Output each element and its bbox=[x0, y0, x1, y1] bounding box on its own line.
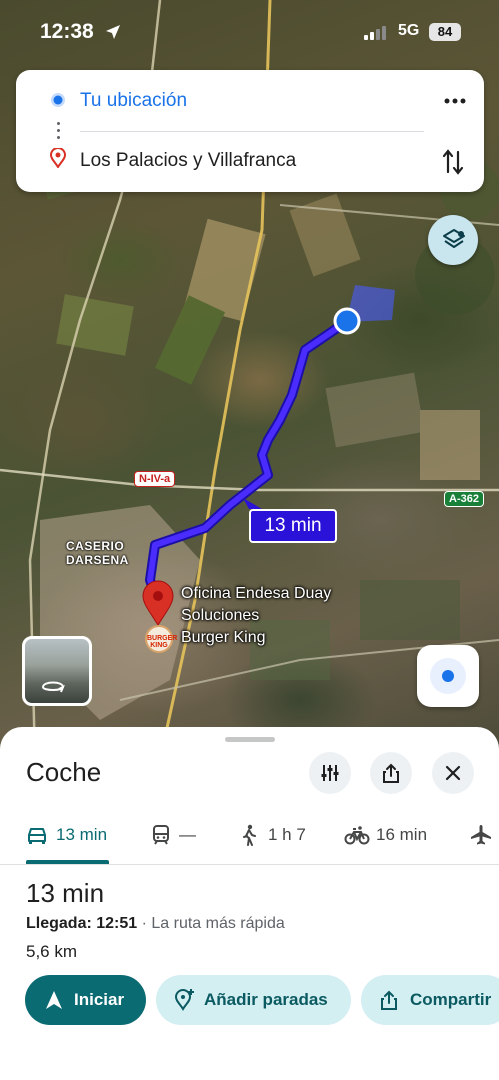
directions-sheet: Coche 13 min — 1 h 7 16 min 13 min Llega… bbox=[0, 727, 499, 1080]
start-navigation-button[interactable]: Iniciar bbox=[25, 975, 146, 1025]
share-label: Compartir bbox=[410, 990, 492, 1009]
close-button[interactable] bbox=[432, 752, 474, 794]
layers-icon bbox=[443, 229, 465, 248]
add-stops-button[interactable]: Añadir paradas bbox=[156, 975, 351, 1025]
tab-transit[interactable]: — bbox=[151, 817, 201, 865]
poi-name-soluciones: Soluciones bbox=[181, 607, 260, 624]
close-icon bbox=[445, 765, 461, 781]
car-icon bbox=[28, 828, 46, 844]
route-duration: 13 min bbox=[26, 878, 105, 908]
fields-divider bbox=[80, 131, 424, 132]
place-label-caserio-darsena: CASERIO DARSENA bbox=[66, 539, 129, 567]
street-view-thumbnail[interactable] bbox=[22, 636, 92, 706]
transit-icon bbox=[153, 825, 169, 845]
sliders-icon bbox=[321, 765, 339, 781]
route-eta-bubble[interactable]: 13 min bbox=[249, 509, 337, 543]
status-bar: 12:38 5G 84 bbox=[0, 20, 499, 48]
transit-time: — bbox=[179, 825, 196, 844]
share-route-button[interactable] bbox=[370, 752, 412, 794]
location-services-icon bbox=[106, 25, 120, 39]
network-type: 5G bbox=[398, 22, 420, 39]
origin-dot-icon bbox=[51, 93, 65, 107]
signal-strength-icon bbox=[364, 26, 386, 40]
eta-pointer bbox=[243, 498, 262, 509]
bike-icon bbox=[344, 826, 370, 845]
swap-directions-icon[interactable] bbox=[442, 148, 464, 176]
destination-pin-small-icon bbox=[50, 148, 66, 168]
status-time: 12:38 bbox=[40, 20, 94, 43]
route-note: · La ruta más rápida bbox=[137, 915, 285, 932]
add-stop-icon bbox=[174, 989, 194, 1011]
battery-level: 84 bbox=[429, 23, 461, 41]
tab-walking[interactable]: 1 h 7 bbox=[240, 817, 310, 865]
tab-driving[interactable]: 13 min bbox=[26, 817, 116, 865]
map-view[interactable]: 12:38 5G 84 Tu ubicación Los Palacios y … bbox=[0, 0, 499, 760]
route-options-button[interactable] bbox=[309, 752, 351, 794]
sheet-drag-handle[interactable] bbox=[225, 737, 275, 742]
destination-poi-label[interactable]: Oficina Endesa Duay Soluciones Burger Ki… bbox=[181, 583, 331, 649]
arrival-info: Llegada: 12:51 · La ruta más rápida bbox=[26, 915, 285, 933]
add-stops-label: Añadir paradas bbox=[204, 990, 328, 1009]
share-button[interactable]: Compartir bbox=[361, 975, 499, 1025]
current-location-dot bbox=[333, 307, 361, 335]
poi-name-burger-king: Burger King bbox=[181, 629, 266, 646]
travel-mode-tabs: 13 min — 1 h 7 16 min bbox=[0, 817, 499, 865]
street-view-rotate-icon bbox=[42, 681, 65, 693]
flight-icon bbox=[471, 825, 491, 845]
share-icon bbox=[383, 763, 399, 783]
origin-field[interactable]: Tu ubicación bbox=[80, 90, 187, 112]
driving-time: 13 min bbox=[56, 825, 108, 844]
recenter-location-button[interactable] bbox=[417, 645, 479, 707]
start-navigation-label: Iniciar bbox=[74, 990, 125, 1009]
map-layers-button[interactable] bbox=[428, 215, 478, 265]
arrival-time: Llegada: 12:51 bbox=[26, 915, 138, 932]
origin-row[interactable]: Tu ubicación bbox=[16, 82, 484, 122]
walk-icon bbox=[243, 824, 256, 846]
sheet-title: Coche bbox=[26, 757, 102, 787]
destination-row[interactable]: Los Palacios y Villafranca bbox=[16, 142, 484, 182]
my-location-icon bbox=[430, 658, 466, 694]
share-pill-icon bbox=[381, 990, 397, 1010]
poi-name-endesa: Oficina Endesa Duay bbox=[181, 585, 332, 602]
directions-card: Tu ubicación Los Palacios y Villafranca bbox=[16, 70, 484, 192]
tab-cycling[interactable]: 16 min bbox=[344, 817, 434, 865]
road-badge-n-iv-a: N-IV-a bbox=[134, 471, 176, 487]
navigation-arrow-icon bbox=[46, 991, 62, 1009]
active-mode-indicator bbox=[26, 860, 109, 864]
cycling-time: 16 min bbox=[376, 825, 428, 844]
route-distance: 5,6 km bbox=[26, 942, 78, 961]
destination-field[interactable]: Los Palacios y Villafranca bbox=[80, 150, 296, 172]
burger-king-logo: BURGER KING bbox=[145, 625, 178, 653]
tab-flights[interactable] bbox=[470, 817, 499, 865]
burger-king-logo-text: BURGER KING bbox=[147, 635, 178, 649]
route-dots bbox=[57, 122, 60, 140]
more-options-icon[interactable] bbox=[444, 90, 466, 112]
road-badge-a-362: A-362 bbox=[444, 491, 484, 507]
walking-time: 1 h 7 bbox=[268, 825, 306, 844]
